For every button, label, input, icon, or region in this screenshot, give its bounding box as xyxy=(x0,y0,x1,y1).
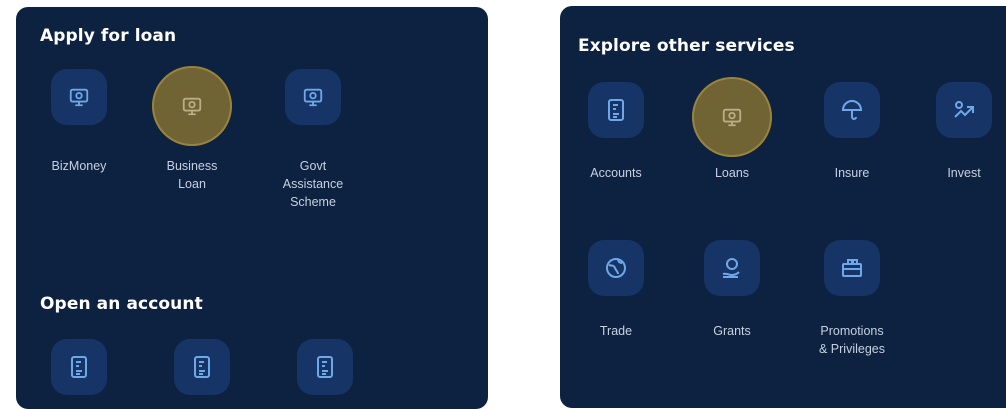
tile-account-3[interactable] xyxy=(270,337,380,407)
document-dollar-icon xyxy=(588,82,644,138)
tile-label-1: Invest xyxy=(947,166,981,180)
tile-accounts[interactable]: Accounts xyxy=(561,80,671,200)
tile-insure[interactable]: Insure xyxy=(797,80,907,200)
loan-section-title: Apply for loan xyxy=(40,26,177,46)
tile-label-1: Grants xyxy=(713,324,751,338)
gift-card-icon xyxy=(824,240,880,296)
account-section-title: Open an account xyxy=(40,294,203,314)
tile-label-1: BizMoney xyxy=(51,159,107,173)
tile-label-1: Business xyxy=(166,159,218,173)
tile-business-loan[interactable]: Business Loan xyxy=(137,66,247,227)
tile-label-2: & Privileges xyxy=(819,342,885,356)
document-dollar-icon xyxy=(174,339,230,395)
monitor-dollar-icon xyxy=(152,66,232,146)
tile-label-1: Trade xyxy=(599,324,633,338)
monitor-dollar-icon xyxy=(692,77,772,157)
tile-label-1: Loans xyxy=(714,166,750,180)
chart-dollar-icon xyxy=(936,82,992,138)
monitor-dollar-icon xyxy=(285,69,341,125)
tile-label-1: Govt xyxy=(299,159,327,173)
tile-label-1: Promotions xyxy=(820,324,884,338)
services-section-title: Explore other services xyxy=(578,36,795,56)
tile-account-1[interactable] xyxy=(24,337,134,407)
tile-govt-assistance-scheme[interactable]: Govt Assistance Scheme xyxy=(258,67,368,227)
tile-promotions-privileges[interactable]: Promotions & Privileges xyxy=(797,238,907,378)
tile-label-1: Insure xyxy=(834,166,870,180)
tile-account-2[interactable] xyxy=(147,337,257,407)
monitor-dollar-icon xyxy=(51,69,107,125)
globe-icon xyxy=(588,240,644,296)
tile-label-2: Loan xyxy=(178,177,206,191)
document-dollar-icon xyxy=(51,339,107,395)
tile-bizmoney[interactable]: BizMoney xyxy=(24,67,134,227)
umbrella-icon xyxy=(824,82,880,138)
tile-invest[interactable]: Invest xyxy=(909,80,1006,200)
tile-label-3: Scheme xyxy=(290,195,336,209)
services-panel: Explore other services Accounts Loans In… xyxy=(560,6,1006,408)
loan-panel: Apply for loan BizMoney Business Loan Go… xyxy=(16,7,488,409)
tile-grants[interactable]: Grants xyxy=(677,238,787,378)
tile-trade[interactable]: Trade xyxy=(561,238,671,378)
hand-coin-icon xyxy=(704,240,760,296)
document-dollar-icon xyxy=(297,339,353,395)
tile-label-2: Assistance xyxy=(282,177,344,191)
tile-loans[interactable]: Loans xyxy=(677,77,787,200)
tile-label-1: Accounts xyxy=(590,166,642,180)
